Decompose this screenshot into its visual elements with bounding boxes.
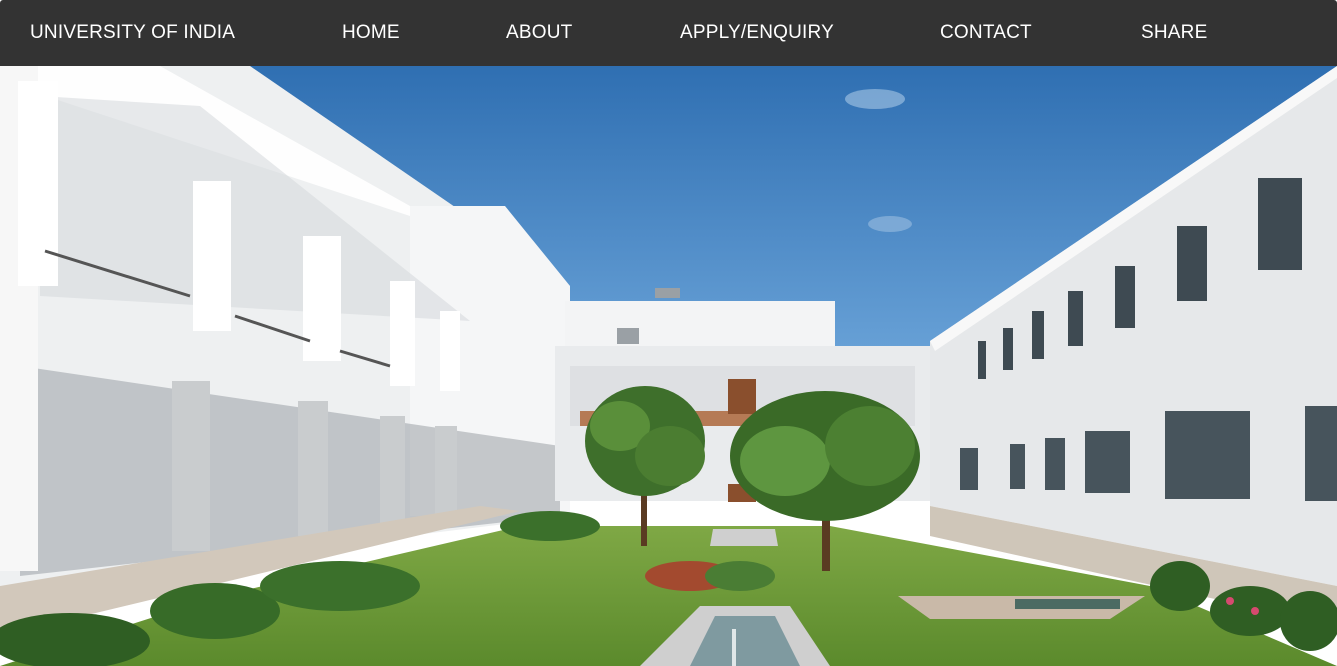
window bbox=[1003, 328, 1013, 370]
shrub bbox=[1150, 561, 1210, 611]
window bbox=[617, 328, 639, 344]
column bbox=[298, 401, 328, 536]
window bbox=[1045, 438, 1065, 490]
column bbox=[390, 281, 415, 386]
window bbox=[1068, 291, 1083, 346]
window bbox=[960, 448, 978, 490]
column bbox=[440, 311, 460, 391]
column bbox=[303, 236, 341, 361]
window bbox=[1177, 226, 1207, 301]
shrub bbox=[150, 583, 280, 639]
door bbox=[728, 379, 756, 414]
window bbox=[1085, 431, 1130, 493]
column bbox=[435, 426, 457, 521]
window bbox=[1305, 406, 1337, 501]
shrub bbox=[500, 511, 600, 541]
shrub bbox=[260, 561, 420, 611]
nav-apply-enquiry-link[interactable]: APPLY/ENQUIRY bbox=[680, 0, 834, 66]
campus-courtyard-illustration bbox=[0, 66, 1337, 666]
cloud bbox=[868, 216, 912, 232]
cloud bbox=[845, 89, 905, 109]
column bbox=[380, 416, 405, 531]
nav-about-link[interactable]: ABOUT bbox=[506, 0, 572, 66]
fountain bbox=[710, 529, 778, 546]
shrub bbox=[0, 613, 150, 666]
nav-home-link[interactable]: HOME bbox=[342, 0, 400, 66]
window bbox=[1165, 411, 1250, 499]
window bbox=[1258, 178, 1302, 270]
window bbox=[1115, 266, 1135, 328]
column bbox=[193, 181, 231, 331]
tree bbox=[585, 386, 705, 546]
shrub bbox=[1210, 586, 1290, 636]
center-building-top bbox=[565, 301, 835, 351]
hero-image bbox=[0, 66, 1337, 666]
column bbox=[18, 81, 58, 286]
top-navbar: UNIVERSITY OF INDIA HOME ABOUT APPLY/ENQ… bbox=[0, 0, 1337, 66]
window bbox=[1032, 311, 1044, 359]
window bbox=[1010, 444, 1025, 489]
column bbox=[172, 381, 210, 551]
nav-share-link[interactable]: SHARE bbox=[1141, 0, 1207, 66]
window bbox=[978, 341, 986, 379]
nav-contact-link[interactable]: CONTACT bbox=[940, 0, 1032, 66]
brand-link[interactable]: UNIVERSITY OF INDIA bbox=[30, 0, 235, 66]
